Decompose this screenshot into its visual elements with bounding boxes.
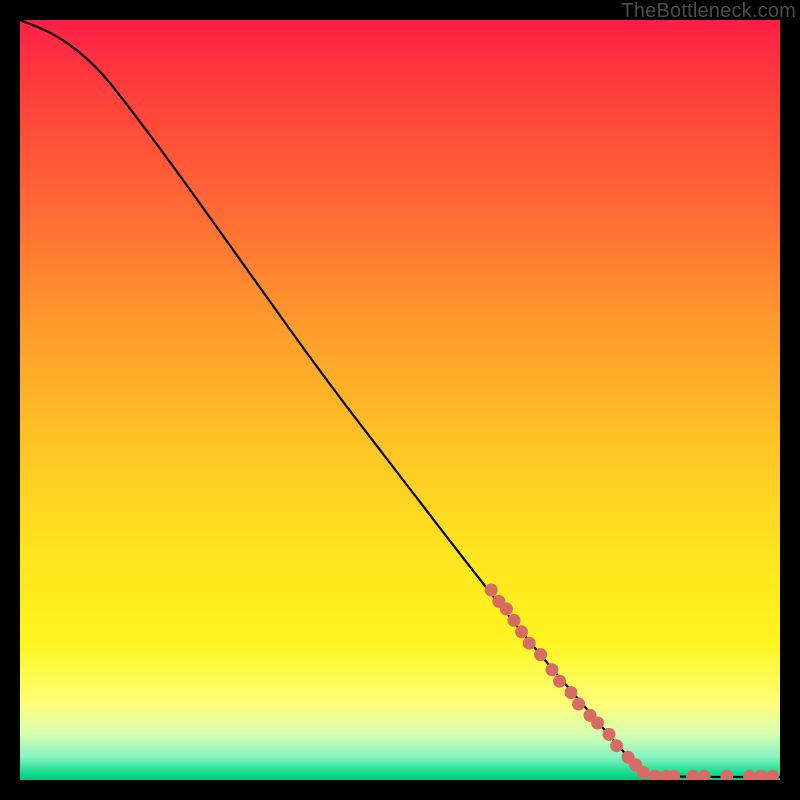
marker-dot: [546, 663, 559, 676]
marker-dot: [591, 717, 604, 730]
marker-dot: [686, 770, 699, 780]
marker-dot: [766, 770, 779, 780]
marker-dot: [500, 603, 513, 616]
marker-dot: [508, 614, 521, 627]
highlighted-markers: [485, 584, 779, 781]
marker-dot: [637, 766, 650, 779]
marker-dot: [698, 770, 711, 780]
marker-dot: [534, 648, 547, 661]
chart-svg: [20, 20, 780, 780]
marker-dot: [523, 637, 536, 650]
marker-dot: [603, 728, 616, 741]
marker-dot: [755, 770, 768, 780]
marker-dot: [565, 686, 578, 699]
marker-dot: [720, 770, 733, 780]
marker-dot: [553, 675, 566, 688]
marker-dot: [743, 770, 756, 780]
marker-dot: [485, 584, 498, 597]
plot-area: [20, 20, 780, 780]
marker-dot: [572, 698, 585, 711]
bottleneck-curve: [20, 20, 780, 777]
marker-dot: [610, 739, 623, 752]
marker-dot: [648, 770, 661, 780]
chart-stage: TheBottleneck.com: [0, 0, 800, 800]
marker-dot: [515, 625, 528, 638]
